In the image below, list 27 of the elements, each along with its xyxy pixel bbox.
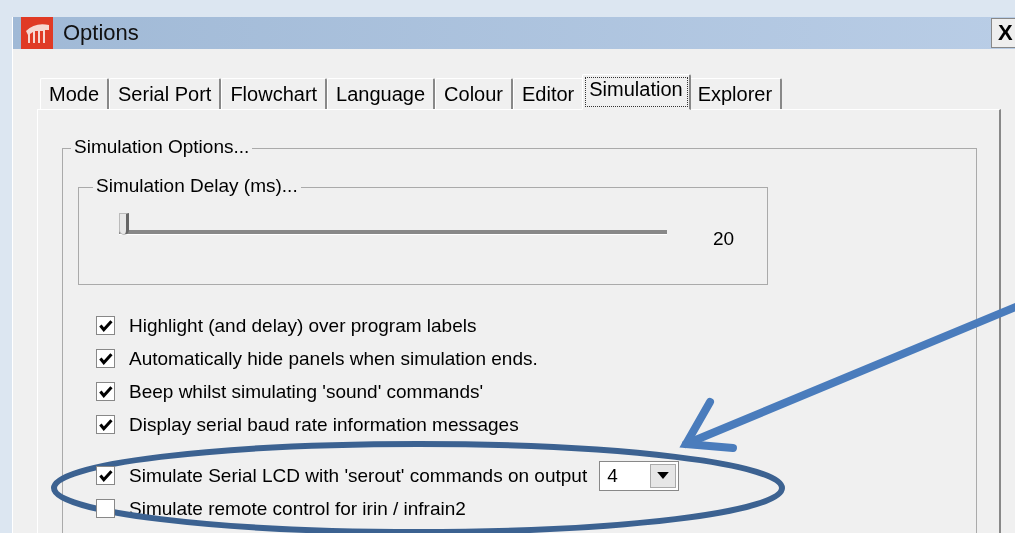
tab[interactable]: Flowchart [221,78,328,109]
checkbox-label: Simulate Serial LCD with 'serout' commands on output [129,464,588,487]
checkbox[interactable] [96,415,115,434]
app-icon [21,17,53,49]
tab[interactable]: Serial Port [109,78,222,109]
output-dropdown[interactable]: 4 [599,460,680,491]
tab[interactable]: Simulation [582,74,691,110]
close-button[interactable]: X [991,18,1015,48]
slider-thumb[interactable] [119,213,129,235]
delay-slider[interactable] [119,213,667,237]
tab[interactable]: Editor [513,78,585,109]
checkbox[interactable] [96,349,115,368]
checkbox[interactable] [96,382,115,401]
delay-value: 20 [713,228,735,250]
checkbox-label: Simulate remote control for irin / infrain2 [129,497,466,520]
tab[interactable]: Explorer [688,78,783,109]
checkbox-label: Display serial baud rate information messages [129,413,519,436]
checkbox[interactable] [96,316,115,335]
checkbox-label: Highlight (and delay) over program labels [129,314,477,337]
tab[interactable]: Language [327,78,436,109]
checkbox-label: Beep whilst simulating 'sound' commands' [129,380,484,403]
window-title: Options [63,20,140,46]
checkbox-label: Automatically hide panels when simulation ends. [129,347,538,370]
checkbox[interactable] [96,466,115,485]
tab[interactable]: Colour [435,78,513,109]
tab[interactable]: Mode [40,78,110,109]
checkbox[interactable] [96,499,115,518]
